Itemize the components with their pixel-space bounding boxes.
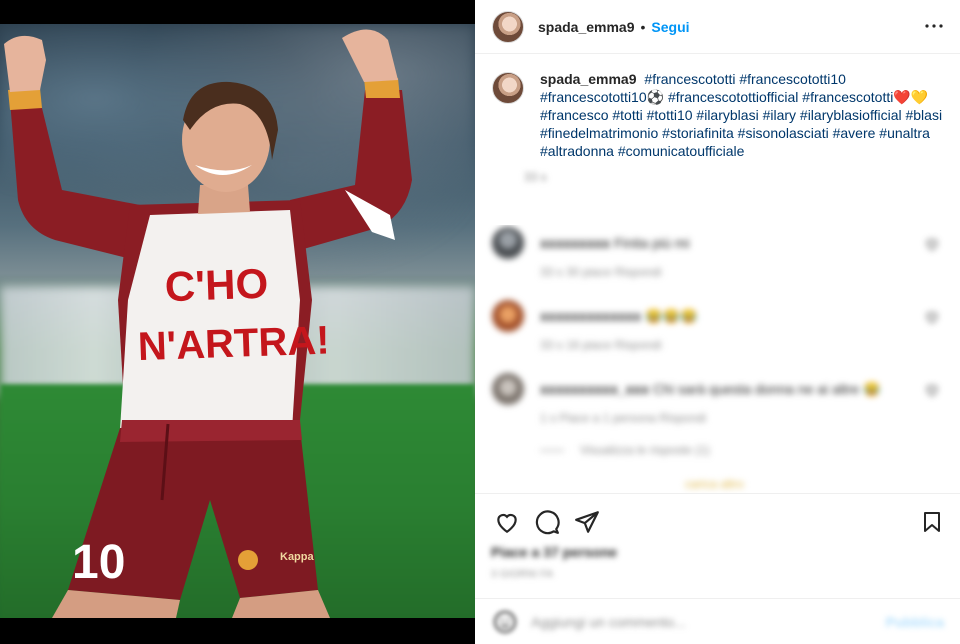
add-comment-bar: Pubblica bbox=[475, 598, 960, 644]
shirt-text-line-1: C'HO bbox=[164, 260, 269, 311]
caption-avatar[interactable] bbox=[492, 72, 524, 104]
share-button[interactable] bbox=[567, 502, 607, 542]
paper-plane-icon bbox=[575, 511, 599, 533]
comment-input[interactable] bbox=[531, 614, 886, 630]
more-options-icon[interactable] bbox=[922, 14, 946, 38]
post-caption: spada_emma9 #francescototti #francescoto… bbox=[492, 70, 947, 184]
kit-brand: Kappa bbox=[280, 551, 315, 563]
comment-meta[interactable]: 33 s 16 piace Rispondi bbox=[540, 338, 661, 352]
heart-icon[interactable] bbox=[925, 310, 939, 324]
replies-divider bbox=[540, 450, 564, 452]
separator-dot: • bbox=[640, 18, 646, 35]
emoji-button[interactable] bbox=[491, 608, 519, 636]
avatar[interactable] bbox=[492, 10, 524, 43]
shorts-number: 10 bbox=[72, 536, 125, 589]
action-bar bbox=[487, 502, 952, 542]
caption-timestamp: 33 s bbox=[524, 170, 547, 184]
comment-avatar[interactable] bbox=[492, 373, 524, 405]
heart-icon[interactable] bbox=[925, 237, 939, 251]
shirt-text-line-2: N'ARTRA! bbox=[137, 318, 330, 369]
comment-text: 😂😂😂 bbox=[645, 308, 698, 324]
comment-text: Finita più mi bbox=[614, 235, 690, 251]
save-button[interactable] bbox=[912, 502, 952, 542]
post-details-panel: spada_emma9 • Segui spada_emma9 #frances… bbox=[475, 0, 960, 644]
heart-icon[interactable] bbox=[925, 383, 939, 397]
comment-username[interactable]: xxxxxxxxxxxxx bbox=[540, 308, 641, 324]
comment-avatar[interactable] bbox=[492, 227, 524, 259]
view-replies-label: Visualizza le risposte (1) bbox=[580, 443, 710, 457]
comments-list: xxxxxxxxx Finita più mi 33 s 30 piace Ris… bbox=[475, 225, 960, 493]
comment-username[interactable]: xxxxxxxxxx_xxx bbox=[540, 381, 649, 397]
player-illustration: C'HO N'ARTRA! 10 Kappa bbox=[4, 29, 412, 618]
comment-button[interactable] bbox=[527, 502, 567, 542]
load-more-comments[interactable]: carica altro bbox=[685, 477, 744, 491]
comment-text: Chi sarà questa donna ne ai altre 😂 bbox=[653, 381, 881, 397]
post-date: 3 GIORNI FA bbox=[491, 569, 554, 580]
comment-meta[interactable]: 33 s 30 piace Rispondi bbox=[540, 265, 661, 279]
like-button[interactable] bbox=[487, 502, 527, 542]
club-crest-icon bbox=[238, 550, 258, 570]
likes-count[interactable]: Piace a 37 persone bbox=[491, 544, 617, 560]
follow-button[interactable]: Segui bbox=[651, 19, 689, 35]
comment-meta[interactable]: 1 s Piace a 1 persona Rispondi bbox=[540, 411, 706, 425]
heart-icon bbox=[497, 513, 517, 534]
post-comment-button[interactable]: Pubblica bbox=[886, 614, 944, 630]
caption-username[interactable]: spada_emma9 bbox=[540, 71, 637, 87]
author-username[interactable]: spada_emma9 bbox=[538, 19, 635, 35]
comment-bubble-icon bbox=[535, 510, 560, 535]
post-header: spada_emma9 • Segui bbox=[475, 0, 960, 54]
post-image[interactable]: C'HO N'ARTRA! 10 Kappa bbox=[0, 0, 475, 644]
view-replies-button[interactable]: Visualizza le risposte (1) bbox=[540, 443, 710, 457]
bookmark-icon bbox=[924, 512, 940, 532]
comment-username[interactable]: xxxxxxxxx bbox=[540, 235, 610, 251]
caption-text: spada_emma9 #francescototti #francescoto… bbox=[540, 70, 945, 160]
comment-avatar[interactable] bbox=[492, 300, 524, 332]
emoji-icon bbox=[494, 611, 516, 633]
post-footer: Piace a 37 persone 3 GIORNI FA Pubblica bbox=[475, 493, 960, 644]
